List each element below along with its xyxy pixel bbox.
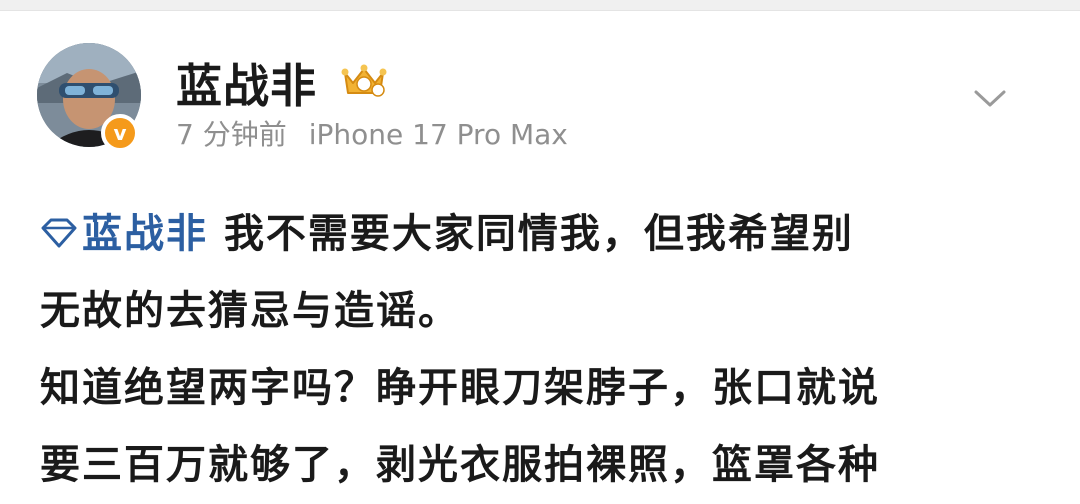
mention-link[interactable]: 蓝战非 xyxy=(40,211,224,257)
content-line-4: 要三百万就够了，剥光衣服拍裸照，篮罩各种 xyxy=(40,442,880,488)
weibo-post-card: v 蓝战非 7 分钟前 iPhone 17 Pro Max 蓝战非 我不需要大家同… xyxy=(0,10,1080,488)
content-text-1: 我不需要大家同情我，但我希望别 xyxy=(223,211,854,257)
content-line-3: 知道绝望两字吗？睁开眼刀架脖子，张口就说 xyxy=(40,365,880,411)
content-line-2: 无故的去猜忌与造谣。 xyxy=(40,288,460,334)
post-content: 蓝战非 我不需要大家同情我，但我希望别 无故的去猜忌与造谣。 知道绝望两字吗？睁… xyxy=(40,196,1040,504)
content-line-1: 蓝战非 我不需要大家同情我，但我希望别 xyxy=(40,196,1040,273)
mention-name: 蓝战非 xyxy=(82,211,208,257)
post-device: iPhone 17 Pro Max xyxy=(308,118,568,151)
crown-badge-icon[interactable] xyxy=(339,63,389,99)
post-meta: 7 分钟前 iPhone 17 Pro Max xyxy=(176,115,568,155)
diamond-icon xyxy=(41,218,77,248)
author-name[interactable]: 蓝战非 xyxy=(176,56,317,116)
post-time: 7 分钟前 xyxy=(176,118,287,151)
verified-badge: v xyxy=(101,114,139,152)
chevron-down-icon[interactable] xyxy=(972,86,1008,110)
